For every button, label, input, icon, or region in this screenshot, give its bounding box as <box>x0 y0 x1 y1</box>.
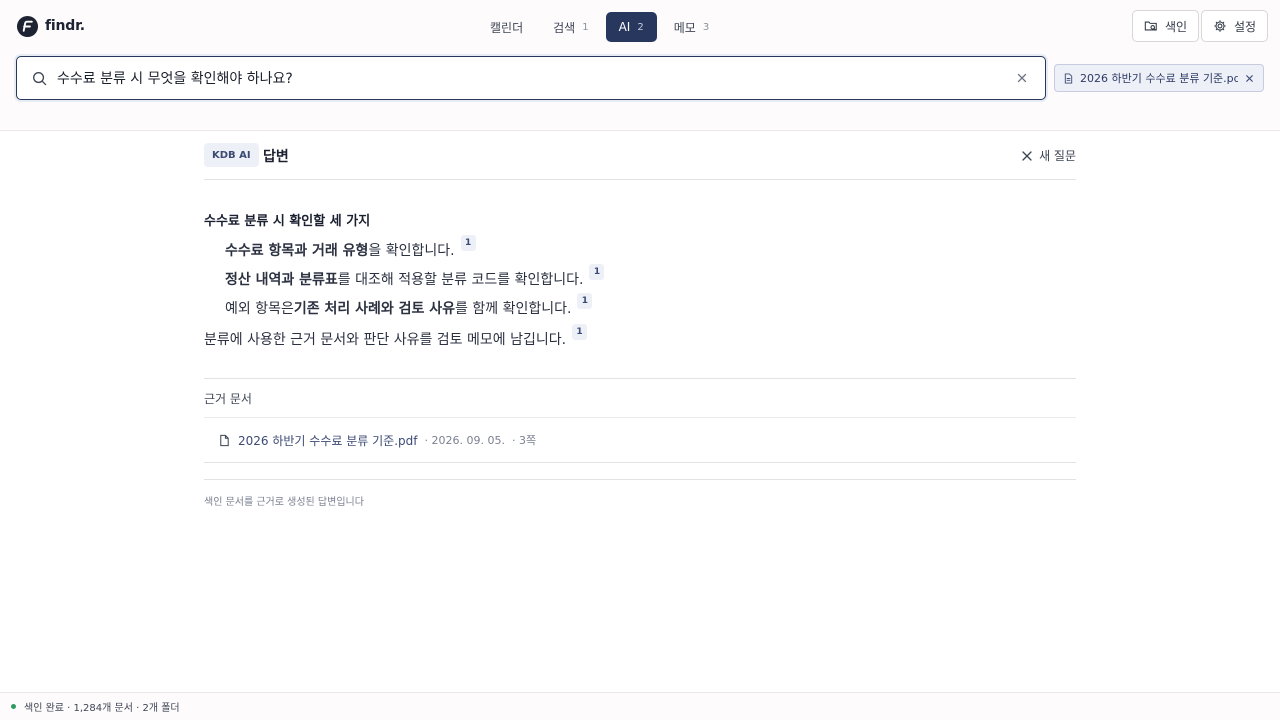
document-icon <box>1064 72 1073 84</box>
logo-icon <box>16 15 39 37</box>
item-highlight: 기존 처리 사례와 검토 사유 <box>293 300 456 317</box>
status-indicator <box>11 704 16 709</box>
document-icon <box>220 434 229 446</box>
tab-ai[interactable]: AI 2 <box>605 12 657 42</box>
gear-icon <box>1214 20 1226 32</box>
sources-section: 근거 문서 2026 하반기 수수료 분류 기준.pdf · 2026. 09.… <box>204 378 1076 463</box>
index-button-label: 색인 <box>1165 19 1188 34</box>
file-chip-label: 2026 하반기 수수료 분류 기준.pdf <box>1080 72 1238 85</box>
answer-panel: KDB AI 답변 새 질문 수수료 분류 시 확인할 세 가지 수수료 항목과… <box>204 132 1076 508</box>
tab-count: 3 <box>702 21 710 33</box>
answer-title: 답변 <box>263 149 289 165</box>
close-icon <box>1022 150 1032 161</box>
item-highlight: 수수료 항목과 거래 유형 <box>225 242 369 259</box>
app-name: findr. <box>45 18 85 34</box>
new-question-button[interactable]: 새 질문 <box>1021 147 1076 164</box>
answer-header: KDB AI 답변 새 질문 <box>204 132 1076 180</box>
tab-memo[interactable]: 메모 3 <box>661 12 722 42</box>
tab-count: 2 <box>637 21 644 33</box>
citation-badge[interactable]: 1 <box>589 263 605 280</box>
search-bar <box>16 56 1046 100</box>
source-pages: · 3쪽 <box>511 434 537 447</box>
source-date: · 2026. 09. 05. <box>424 433 505 447</box>
folder-search-icon <box>1144 21 1157 31</box>
tab-label: 메모 <box>673 20 696 35</box>
answer-closing: 분류에 사용한 근거 문서와 판단 사유를 검토 메모에 남깁니다. 1 <box>204 322 1076 355</box>
settings-button-label: 설정 <box>1234 19 1257 34</box>
tab-label: 캘린더 <box>490 20 524 35</box>
answer-list: 수수료 항목과 거래 유형 을 확인합니다. 1 정산 내역과 분류표 를 대조해 적… <box>225 234 1076 322</box>
clear-icon[interactable] <box>1015 71 1029 85</box>
app-header: findr. 캘린더 검색 1 AI 2 메모 3 색인 설정 수수료 분류 시… <box>0 0 1280 131</box>
item-prefix: 예외 항목은 <box>225 300 294 317</box>
app-logo[interactable]: findr. <box>16 14 85 38</box>
settings-button[interactable]: 설정 <box>1201 10 1269 42</box>
citation-badge[interactable]: 1 <box>460 234 476 251</box>
item-suffix: 를 함께 확인합니다. <box>455 300 572 317</box>
list-item: 수수료 항목과 거래 유형 을 확인합니다. 1 <box>225 234 1076 264</box>
status-text: 색인 완료 · 1,284개 문서 · 2개 폴더 <box>24 703 180 714</box>
sources-title: 근거 문서 <box>204 379 1076 418</box>
citation-badge[interactable]: 1 <box>577 292 593 309</box>
index-button[interactable]: 색인 <box>1132 10 1200 42</box>
tab-search[interactable]: 검색 1 <box>540 12 601 42</box>
citation-badge[interactable]: 1 <box>572 323 588 340</box>
answer-body: 수수료 분류 시 확인할 세 가지 수수료 항목과 거래 유형 을 확인합니다. 1… <box>204 180 1076 508</box>
tab-label: AI <box>618 20 631 34</box>
tab-count: 1 <box>582 21 589 33</box>
status-bar: 색인 완료 · 1,284개 문서 · 2개 폴더 <box>0 692 1280 720</box>
source-name: 2026 하반기 수수료 분류 기준.pdf <box>238 433 418 448</box>
answer-footnote: 색인 문서를 근거로 생성된 답변입니다 <box>204 497 364 508</box>
list-item: 정산 내역과 분류표 를 대조해 적용할 분류 코드를 확인합니다. 1 <box>225 263 1076 293</box>
closing-text: 분류에 사용한 근거 문서와 판단 사유를 검토 메모에 남깁니다. <box>204 331 567 348</box>
tab-calendar[interactable]: 캘린더 <box>477 12 536 42</box>
list-item: 예외 항목은 기존 처리 사례와 검토 사유 를 함께 확인합니다. 1 <box>225 292 1076 322</box>
close-icon[interactable] <box>1244 73 1255 84</box>
tab-label: 검색 <box>553 20 576 35</box>
ai-badge: KDB AI <box>204 143 259 167</box>
item-suffix: 을 확인합니다. <box>368 242 455 259</box>
item-suffix: 를 대조해 적용할 분류 코드를 확인합니다. <box>337 271 584 288</box>
attached-file-chip[interactable]: 2026 하반기 수수료 분류 기준.pdf <box>1054 64 1264 92</box>
item-highlight: 정산 내역과 분류표 <box>225 271 338 288</box>
source-document-link[interactable]: 2026 하반기 수수료 분류 기준.pdf · 2026. 09. 05. ·… <box>204 418 1076 463</box>
search-icon <box>33 72 47 86</box>
answer-section-title: 수수료 분류 시 확인할 세 가지 <box>204 214 371 229</box>
main-nav: 캘린더 검색 1 AI 2 메모 3 <box>477 12 722 42</box>
search-input[interactable] <box>57 65 997 91</box>
new-question-label: 새 질문 <box>1039 149 1076 163</box>
